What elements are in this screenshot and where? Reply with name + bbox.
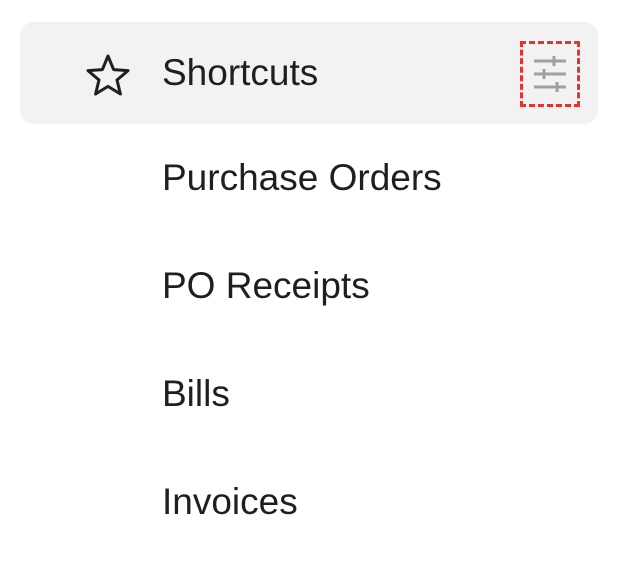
- star-outline-icon: [86, 54, 130, 96]
- sliders-icon: [534, 56, 566, 92]
- shortcut-invoices[interactable]: Invoices: [162, 479, 298, 525]
- shortcut-po-receipts[interactable]: PO Receipts: [162, 263, 370, 309]
- customize-shortcuts-button[interactable]: [520, 41, 580, 107]
- shortcuts-title: Shortcuts: [162, 52, 319, 93]
- shortcuts-panel: Shortcuts Purchase Orders PO Receipts Bi…: [0, 0, 625, 563]
- shortcut-purchase-orders[interactable]: Purchase Orders: [162, 155, 442, 201]
- shortcut-bills[interactable]: Bills: [162, 371, 230, 417]
